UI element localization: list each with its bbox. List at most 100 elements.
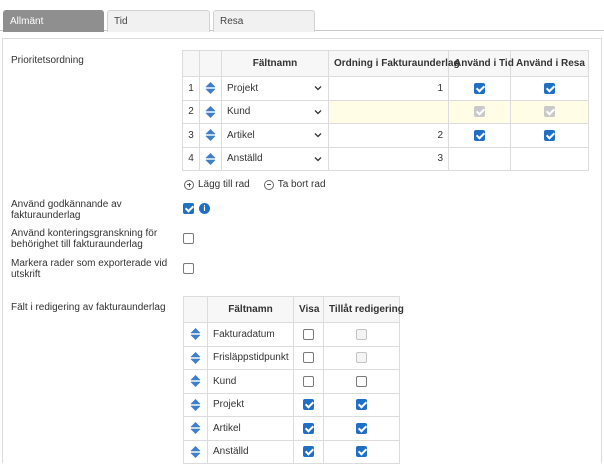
edit-header-visa: Visa — [293, 296, 324, 323]
add-row-button[interactable]: Lägg till rad — [198, 179, 250, 190]
order-input[interactable]: 3 — [328, 146, 449, 171]
tab-allmant[interactable]: Allmänt — [3, 10, 104, 32]
visa-checkbox[interactable] — [303, 375, 314, 387]
row-actions: Lägg till rad Ta bort rad — [184, 179, 326, 190]
drag-arrows-icon[interactable] — [190, 422, 201, 435]
field-select-value: Anställd — [227, 153, 263, 165]
chevron-down-icon[interactable] — [314, 108, 322, 116]
order-input[interactable]: 1 — [328, 76, 449, 101]
tab-bar: Allmänt Tid Resa — [0, 0, 604, 32]
minus-circle-icon[interactable] — [263, 179, 274, 190]
markera-checkbox[interactable] — [183, 263, 194, 274]
tab-resa[interactable]: Resa — [213, 10, 315, 32]
field-select[interactable]: Kund — [221, 99, 329, 124]
godkannande-checkbox[interactable] — [183, 203, 194, 214]
chevron-down-icon[interactable] — [314, 84, 322, 92]
chevron-down-icon[interactable] — [314, 155, 322, 163]
header-num — [182, 50, 200, 77]
order-input[interactable] — [328, 99, 449, 124]
priority-row: 4 Anställd 3 — [182, 146, 589, 171]
visa-checkbox[interactable] — [303, 399, 314, 411]
drag-handle[interactable] — [183, 392, 208, 417]
edit-header-row: Fältnamn Visa Tillåt redigering — [183, 296, 404, 323]
header-ordning: Ordning i Fakturaunderlag — [328, 50, 460, 77]
tillat-redigering-checkbox[interactable] — [356, 375, 367, 387]
drag-handle[interactable] — [183, 345, 208, 370]
drag-handle[interactable] — [183, 439, 208, 464]
edit-field-row: Kund — [183, 369, 400, 394]
drag-arrows-icon[interactable] — [190, 445, 201, 458]
godkannande-option: i — [183, 203, 210, 214]
drag-arrows-icon[interactable] — [190, 375, 201, 388]
field-select[interactable]: Anställd — [221, 146, 329, 171]
tillat-redigering-cell — [323, 439, 400, 464]
drag-arrows-icon[interactable] — [190, 328, 201, 341]
field-name: Fakturadatum — [207, 322, 294, 347]
tillat-redigering-checkbox[interactable] — [356, 399, 367, 411]
row-number: 4 — [182, 146, 200, 171]
anvand-tid-checkbox[interactable] — [474, 82, 485, 94]
edit-header-faltnamn: Fältnamn — [207, 296, 294, 323]
edit-field-row: Fakturadatum — [183, 322, 400, 347]
visa-checkbox[interactable] — [303, 422, 314, 434]
chevron-down-icon[interactable] — [314, 131, 322, 139]
tillat-redigering-checkbox[interactable] — [356, 446, 367, 458]
anvand-tid-cell — [448, 123, 511, 148]
drag-handle[interactable] — [199, 123, 222, 148]
anvand-tid-cell — [448, 99, 511, 124]
field-select[interactable]: Projekt — [221, 76, 329, 101]
visa-checkbox[interactable] — [303, 328, 314, 340]
edit-field-row: Artikel — [183, 416, 400, 441]
row-number: 1 — [182, 76, 200, 101]
drag-handle[interactable] — [199, 99, 222, 124]
drag-arrows-icon[interactable] — [205, 82, 216, 95]
edit-field-row: Frisläppstidpunkt — [183, 345, 400, 370]
edit-fields-table: Fältnamn Visa Tillåt redigering Fakturad… — [183, 296, 404, 464]
anvand-resa-checkbox — [544, 106, 555, 118]
drag-arrows-icon[interactable] — [190, 351, 201, 364]
tab-tid[interactable]: Tid — [107, 10, 210, 32]
anvand-resa-cell — [510, 123, 589, 148]
edit-field-row: Projekt — [183, 392, 400, 417]
remove-row-button[interactable]: Ta bort rad — [278, 179, 326, 190]
field-name: Projekt — [207, 392, 294, 417]
tillat-redigering-cell — [323, 392, 400, 417]
drag-handle[interactable] — [183, 322, 208, 347]
visa-checkbox[interactable] — [303, 352, 314, 364]
visa-checkbox[interactable] — [303, 446, 314, 458]
tillat-redigering-checkbox[interactable] — [356, 422, 367, 434]
visa-cell — [293, 369, 324, 394]
header-anvand-tid: Använd i Tid — [448, 50, 514, 77]
info-icon[interactable]: i — [199, 203, 210, 214]
priority-header-row: Fältnamn Ordning i Fakturaunderlag Använ… — [182, 50, 589, 77]
drag-handle[interactable] — [199, 76, 222, 101]
field-select-value: Artikel — [227, 129, 255, 141]
drag-arrows-icon[interactable] — [190, 398, 201, 411]
plus-circle-icon[interactable] — [184, 179, 194, 190]
tillat-redigering-cell — [323, 345, 400, 370]
drag-handle[interactable] — [199, 146, 222, 171]
drag-handle[interactable] — [183, 369, 208, 394]
anvand-tid-cell — [448, 146, 511, 171]
drag-arrows-icon[interactable] — [205, 152, 216, 165]
anvand-resa-checkbox[interactable] — [544, 129, 555, 141]
prioritet-label: Prioritetsordning — [11, 55, 84, 66]
anvand-tid-checkbox[interactable] — [474, 129, 485, 141]
kontering-checkbox[interactable] — [183, 233, 194, 244]
kontering-option — [183, 233, 194, 244]
drag-arrows-icon[interactable] — [205, 105, 216, 118]
tillat-redigering-cell — [323, 369, 400, 394]
anvand-resa-checkbox[interactable] — [544, 82, 555, 94]
field-select[interactable]: Artikel — [221, 123, 329, 148]
tillat-redigering-cell — [323, 416, 400, 441]
drag-handle[interactable] — [183, 416, 208, 441]
field-name: Artikel — [207, 416, 294, 441]
priority-table: Fältnamn Ordning i Fakturaunderlag Använ… — [182, 50, 589, 171]
markera-option — [183, 263, 194, 274]
anvand-tid-cell — [448, 76, 511, 101]
anvand-resa-cell — [510, 76, 589, 101]
order-input[interactable]: 2 — [328, 123, 449, 148]
drag-arrows-icon[interactable] — [205, 129, 216, 142]
visa-cell — [293, 392, 324, 417]
markera-label: Markera rader som exporterade vid utskri… — [11, 258, 168, 280]
